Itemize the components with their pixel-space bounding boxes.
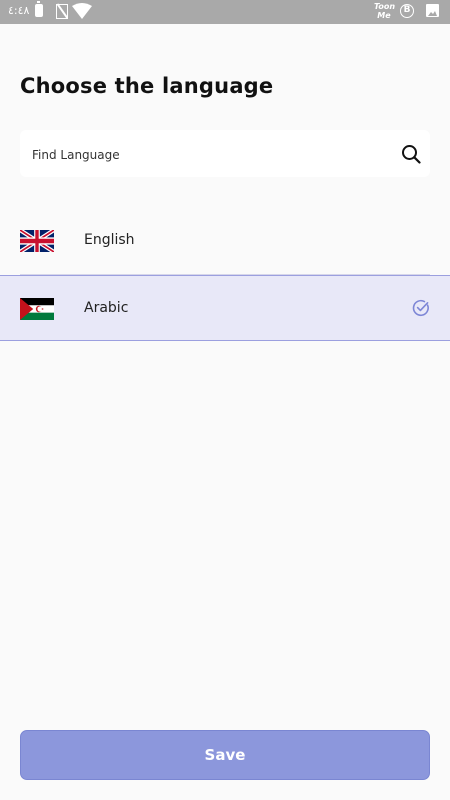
uk-flag-icon xyxy=(19,228,55,254)
language-label-english: English xyxy=(84,232,135,248)
toonme-icon: Toon Me xyxy=(374,2,396,20)
b-circle-icon: B xyxy=(400,4,414,18)
save-button[interactable]: Save xyxy=(20,730,430,780)
page-title: Choose the language xyxy=(20,74,274,98)
no-sim-icon xyxy=(56,4,68,19)
status-bar: ٤:٤٨ Toon Me B xyxy=(0,0,450,24)
language-item-english[interactable]: English xyxy=(0,208,450,274)
search-icon[interactable] xyxy=(401,144,421,168)
search-box[interactable] xyxy=(20,130,430,179)
sahrawi-flag-icon xyxy=(20,298,54,320)
battery-icon xyxy=(35,1,43,17)
search-input[interactable] xyxy=(30,130,394,179)
wifi-icon xyxy=(72,3,92,23)
language-item-arabic[interactable]: Arabic xyxy=(0,275,450,341)
language-label-arabic: Arabic xyxy=(84,300,129,316)
status-time: ٤:٤٨ xyxy=(8,4,30,17)
check-circle-icon xyxy=(412,299,430,321)
image-icon xyxy=(426,4,439,17)
